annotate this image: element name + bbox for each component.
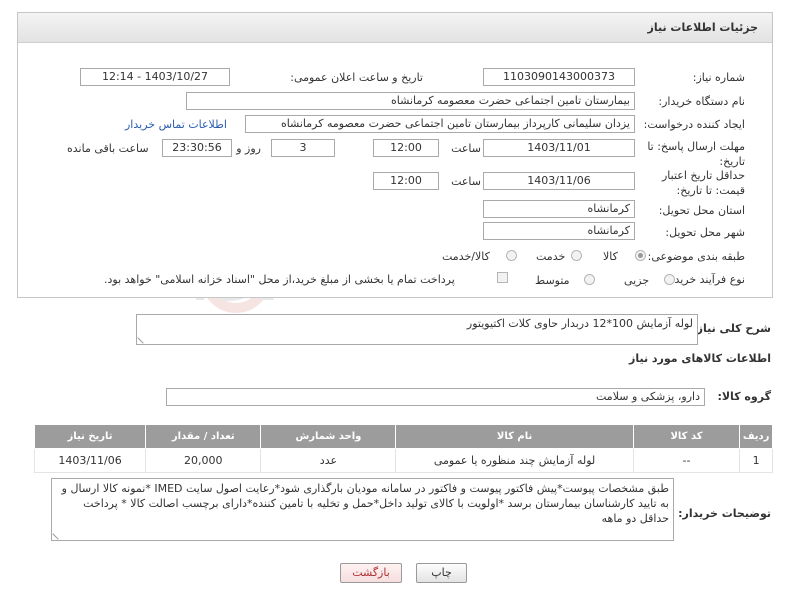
- need-number-field: 1103090143000373: [483, 68, 635, 86]
- col-item-name: نام کالا: [395, 424, 634, 449]
- province-label: استان محل تحویل:: [658, 204, 745, 217]
- cell-need-date: 1403/11/06: [33, 448, 147, 473]
- price-validity-label: حداقل تاریخ اعتبار قیمت: تا تاریخ:: [661, 169, 745, 197]
- city-label: شهر محل تحویل:: [665, 226, 745, 239]
- category-service-label: خدمت: [536, 250, 566, 263]
- category-goods-label: کالا: [603, 250, 618, 263]
- col-item-code: کد کالا: [632, 424, 741, 449]
- category-goods-service-label: کالا/خدمت: [442, 250, 490, 263]
- price-validity-date-field: 1403/11/06: [483, 172, 635, 190]
- table-row: 1 -- لوله آزمایش چند منظوره یا عمومی عدد…: [33, 448, 773, 473]
- days-remaining-field: 3: [271, 139, 335, 157]
- reply-deadline-label: مهلت ارسال پاسخ: تا تاریخ:: [647, 140, 745, 168]
- col-row-number: ردیف: [739, 424, 773, 449]
- buyer-notes-textarea[interactable]: طبق مشخصات پیوست*پیش فاکتور پیوست و فاکت…: [51, 478, 674, 541]
- need-number-label: شماره نیاز:: [692, 71, 745, 84]
- category-radio-service[interactable]: [571, 250, 582, 261]
- cell-row-number: 1: [739, 448, 773, 473]
- panel-header: جزئیات اطلاعات نیاز: [18, 13, 772, 43]
- print-button[interactable]: چاپ: [416, 563, 467, 583]
- cell-unit: عدد: [260, 448, 397, 473]
- col-unit: واحد شمارش: [260, 424, 397, 449]
- province-field: کرمانشاه: [483, 200, 635, 218]
- buyer-notes-text: طبق مشخصات پیوست*پیش فاکتور پیوست و فاکت…: [61, 482, 669, 525]
- process-type-label: نوع فرآیند خرید :: [667, 273, 745, 286]
- price-validity-time-field: 12:00: [373, 172, 439, 190]
- buyer-org-label: نام دستگاه خریدار:: [658, 95, 745, 108]
- process-radio-medium[interactable]: [584, 274, 595, 285]
- day-and-label: روز و: [236, 142, 261, 155]
- city-field: کرمانشاه: [483, 222, 635, 240]
- cell-item-code: --: [632, 448, 741, 473]
- remaining-time-field: 23:30:56: [162, 139, 232, 157]
- buyer-notes-label: توضیحات خریدار:: [678, 507, 771, 520]
- back-button[interactable]: بازگشت: [340, 563, 402, 583]
- goods-group-field: دارو، پزشکی و سلامت: [166, 388, 705, 406]
- buyer-contact-link[interactable]: اطلاعات تماس خریدار: [125, 118, 227, 131]
- col-quantity: تعداد / مقدار: [145, 424, 262, 449]
- process-medium-label: متوسط: [535, 274, 570, 287]
- general-description-textarea[interactable]: لوله آزمایش 100*12 دربدار حاوی کلات اکتی…: [136, 314, 698, 345]
- goods-group-label: گروه کالا:: [717, 390, 771, 403]
- process-radio-minor[interactable]: [664, 274, 675, 285]
- general-description-text: لوله آزمایش 100*12 دربدار حاوی کلات اکتی…: [466, 317, 693, 330]
- general-description-label: شرح کلی نیاز:: [692, 322, 771, 335]
- reply-time-field: 12:00: [373, 139, 439, 157]
- reply-time-label: ساعت: [451, 142, 481, 155]
- resize-handle-icon[interactable]: [52, 528, 64, 540]
- category-label: طبقه بندی موضوعی:: [647, 250, 745, 263]
- requester-field: یزدان سلیمانی کارپرداز بیمارستان تامین ا…: [245, 115, 635, 133]
- announce-datetime-field: 1403/10/27 - 12:14: [80, 68, 230, 86]
- reply-date-field: 1403/11/01: [483, 139, 635, 157]
- cell-quantity: 20,000: [145, 448, 262, 473]
- category-radio-goods[interactable]: [635, 250, 646, 261]
- goods-table-header: ردیف کد کالا نام کالا واحد شمارش تعداد /…: [33, 424, 773, 449]
- announce-datetime-label: تاریخ و ساعت اعلان عمومی:: [290, 71, 423, 84]
- goods-info-title: اطلاعات کالاهای مورد نیاز: [629, 352, 771, 365]
- category-radio-goods-service[interactable]: [506, 250, 517, 261]
- requester-label: ایجاد کننده درخواست:: [643, 118, 745, 131]
- treasury-payment-checkbox[interactable]: [497, 272, 508, 283]
- resize-handle-icon[interactable]: [137, 332, 149, 344]
- cell-item-name: لوله آزمایش چند منظوره یا عمومی: [395, 448, 634, 473]
- buyer-org-field: بیمارستان تامین اجتماعی حضرت معصومه کرما…: [186, 92, 635, 110]
- col-need-date: تاریخ نیاز: [33, 424, 147, 449]
- panel-title: جزئیات اطلاعات نیاز: [647, 21, 759, 34]
- treasury-payment-note: پرداخت تمام یا بخشی از مبلغ خرید،از محل …: [104, 273, 455, 286]
- goods-table: ردیف کد کالا نام کالا واحد شمارش تعداد /…: [33, 424, 773, 473]
- price-validity-time-label: ساعت: [451, 175, 481, 188]
- hours-left-label: ساعت باقی مانده: [67, 142, 149, 155]
- process-minor-label: جزیی: [624, 274, 650, 287]
